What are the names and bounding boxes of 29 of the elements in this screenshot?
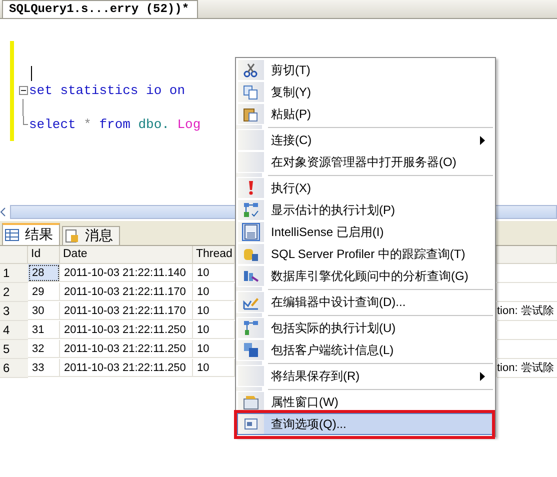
code-token: dbo. — [138, 117, 170, 132]
code-token: select — [29, 117, 76, 132]
table-cell: 31 — [28, 321, 60, 339]
code-token: io — [146, 83, 162, 98]
row-number: 5 — [0, 340, 28, 359]
table-cell: 2011-10-03 21:22:11.250 — [60, 340, 193, 358]
table-cell: 2011-10-03 21:22:11.250 — [60, 321, 193, 339]
table-cell: 29 — [28, 283, 60, 301]
row-number: 2 — [0, 283, 28, 302]
table-cell: 28 — [28, 264, 60, 282]
code-token: * — [84, 117, 92, 132]
table-cell: 2011-10-03 21:22:11.170 — [60, 302, 193, 320]
code-token: set — [29, 83, 52, 98]
code-token: on — [169, 83, 186, 98]
table-cell: tion: 尝试除 — [497, 359, 557, 378]
table-cell: 30 — [28, 302, 60, 320]
table-cell: 32 — [28, 340, 60, 358]
code-token: statistics — [60, 83, 138, 98]
row-number: 4 — [0, 321, 28, 340]
table-cell: 33 — [28, 359, 60, 377]
row-number: 3 — [0, 302, 28, 321]
table-cell: 2011-10-03 21:22:11.250 — [60, 359, 193, 377]
row-number: 6 — [0, 359, 28, 378]
table-cell: 2011-10-03 21:22:11.170 — [60, 283, 193, 301]
code-token: from — [99, 117, 130, 132]
code-token: Log — [177, 117, 201, 132]
row-number: 1 — [0, 264, 28, 283]
table-cell: 2011-10-03 21:22:11.140 — [60, 264, 193, 282]
table-cell: tion: 尝试除 — [497, 302, 557, 321]
